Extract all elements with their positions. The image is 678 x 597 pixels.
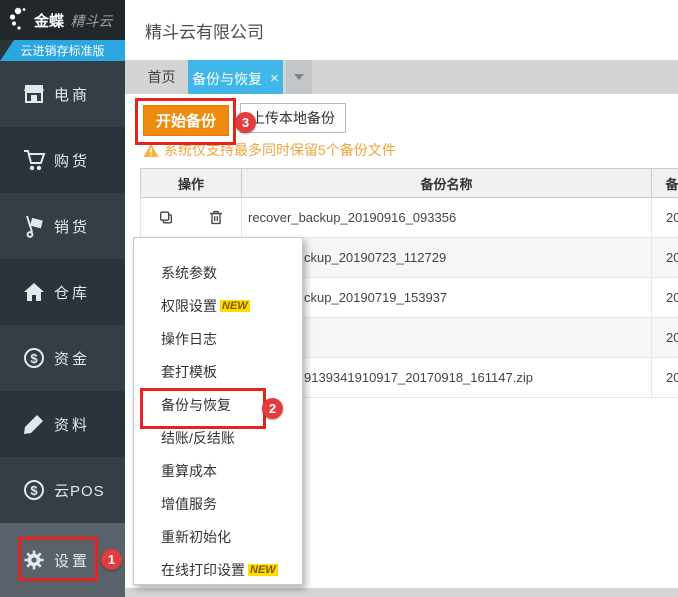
- logo-text-bold: 金蝶: [34, 13, 64, 30]
- sidebar-item-label: 仓库: [54, 282, 90, 303]
- tab-bar: 首页 备份与恢复 ×: [125, 60, 678, 94]
- cart-icon: [22, 148, 46, 172]
- start-backup-button[interactable]: 开始备份: [143, 105, 229, 136]
- tab-list-dropdown[interactable]: [286, 60, 312, 94]
- backup-date: 2018: [652, 318, 678, 358]
- tab-home[interactable]: 首页: [135, 60, 188, 94]
- storefront-icon: [22, 82, 46, 106]
- menu-item-recalc-cost[interactable]: 重算成本: [134, 454, 302, 487]
- menu-item-online-print-settings[interactable]: 在线打印设置NEW: [134, 553, 302, 586]
- new-tag: NEW: [220, 300, 250, 312]
- sidebar-item-funds[interactable]: $ 资金: [0, 325, 125, 391]
- gear-icon: [22, 548, 46, 572]
- upload-local-backup-button[interactable]: 上传本地备份: [240, 103, 346, 133]
- svg-text:$: $: [30, 483, 38, 498]
- trash-icon[interactable]: [208, 209, 224, 226]
- backup-name: ckup_20190719_153937: [242, 278, 652, 318]
- warning-row: 系统仅支持最多同时保留5个备份文件: [143, 140, 396, 160]
- top-header: 精斗云有限公司: [125, 0, 678, 60]
- menu-item-permission-settings[interactable]: 权限设置NEW: [134, 289, 302, 322]
- tab-backup-restore[interactable]: 备份与恢复 ×: [188, 60, 283, 97]
- backup-name: [242, 318, 652, 358]
- warehouse-icon: [22, 280, 46, 304]
- sidebar-item-label: 资金: [54, 348, 90, 369]
- menu-item-closing[interactable]: 结账/反结账: [134, 421, 302, 454]
- step-badge-3: 3: [235, 112, 256, 133]
- pos-dollar-icon: $: [22, 478, 46, 502]
- backup-date: 2019: [652, 198, 678, 238]
- backup-name: recover_backup_20190916_093356: [242, 198, 652, 238]
- sidebar-item-label: 购货: [54, 150, 90, 171]
- company-title: 精斗云有限公司: [145, 18, 264, 43]
- table-row: recover_backup_20190916_093356 2019: [141, 198, 678, 238]
- backup-date: 2019: [652, 238, 678, 278]
- pencil-icon: [22, 412, 46, 436]
- col-header-operation: 操作: [141, 169, 242, 198]
- tab-label: 备份与恢复: [192, 69, 262, 89]
- app-window: 金蝶 精斗云 云进销存标准版 电商 购货: [0, 0, 678, 597]
- menu-item-system-params[interactable]: 系统参数: [134, 256, 302, 289]
- chevron-down-icon: [294, 74, 304, 80]
- backup-date: 2017: [652, 358, 678, 398]
- sidebar-item-purchase[interactable]: 购货: [0, 127, 125, 193]
- menu-item-print-template[interactable]: 套打模板: [134, 355, 302, 388]
- page-bottom-strip: [125, 588, 678, 597]
- backup-date: 2019: [652, 278, 678, 318]
- backup-name: ckup_20190723_112729: [242, 238, 652, 278]
- menu-item-operation-log[interactable]: 操作日志: [134, 322, 302, 355]
- sidebar-item-label: 资料: [54, 414, 90, 435]
- sidebar-item-warehouse[interactable]: 仓库: [0, 259, 125, 325]
- table-header-row: 操作 备份名称 备份日期: [141, 169, 678, 198]
- logo-text-light: 精斗云: [70, 13, 112, 29]
- col-header-backup-name: 备份名称: [242, 169, 652, 198]
- kingdee-dots-icon: [8, 6, 30, 34]
- sidebar-item-label: 销货: [54, 216, 90, 237]
- tab-close-icon[interactable]: ×: [270, 70, 279, 87]
- sidebar-item-label: 电商: [54, 84, 90, 105]
- handtruck-icon: [22, 214, 46, 238]
- sidebar-item-cloudpos[interactable]: $ 云POS: [0, 457, 125, 523]
- warning-triangle-icon: [143, 143, 159, 158]
- dollar-icon: $: [22, 346, 46, 370]
- step-badge-1: 1: [101, 549, 122, 570]
- sidebar-item-sales[interactable]: 销货: [0, 193, 125, 259]
- backup-name: 9139341910917_20170918_161147.zip: [242, 358, 652, 398]
- step-badge-2: 2: [262, 398, 283, 419]
- menu-item-value-added-services[interactable]: 增值服务: [134, 487, 302, 520]
- restore-copy-icon[interactable]: [158, 209, 174, 226]
- new-tag: NEW: [248, 564, 278, 576]
- sidebar-item-ecommerce[interactable]: 电商: [0, 61, 125, 127]
- edition-banner: 云进销存标准版: [0, 40, 125, 61]
- sidebar-item-label: 云POS: [54, 480, 105, 501]
- col-header-backup-date: 备份日期: [652, 169, 678, 198]
- sidebar-item-data[interactable]: 资料: [0, 391, 125, 457]
- sidebar-item-label: 设置: [54, 550, 90, 571]
- sidebar: 金蝶 精斗云 云进销存标准版 电商 购货: [0, 0, 125, 597]
- warning-text: 系统仅支持最多同时保留5个备份文件: [164, 140, 396, 160]
- logo: 金蝶 精斗云: [0, 0, 125, 40]
- menu-item-reinitialize[interactable]: 重新初始化: [134, 520, 302, 553]
- svg-text:$: $: [30, 351, 38, 366]
